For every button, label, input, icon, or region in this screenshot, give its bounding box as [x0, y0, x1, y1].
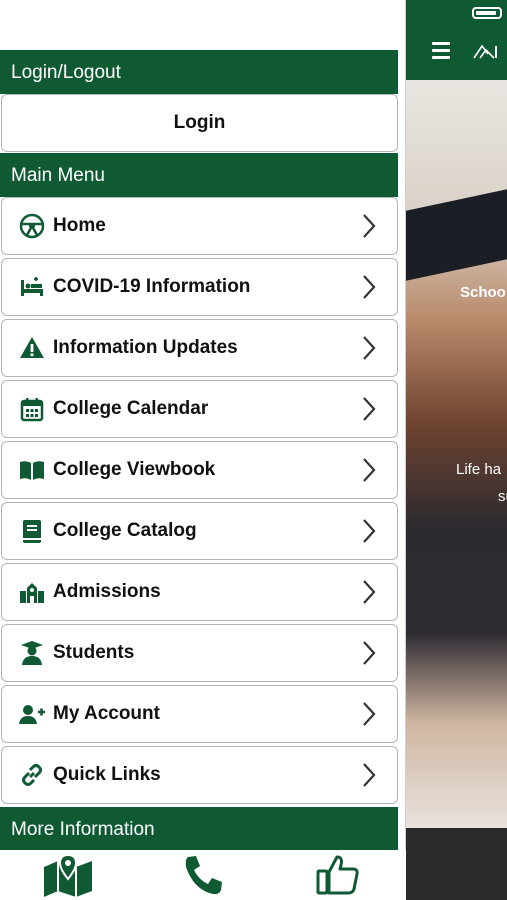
chevron-right-icon [363, 336, 376, 360]
phone-icon[interactable] [175, 851, 231, 899]
chevron-right-icon [363, 275, 376, 299]
menu-item-label: College Calendar [53, 398, 209, 419]
steering-wheel-icon [19, 213, 45, 239]
menu-item-admissions[interactable]: Admissions [1, 563, 398, 621]
login-section-header: Login/Logout [0, 50, 398, 94]
bed-icon [19, 274, 45, 300]
link-icon [19, 762, 45, 788]
menu-item-label: Home [53, 215, 106, 236]
open-book-icon [19, 457, 45, 483]
menu-item-label: College Viewbook [53, 459, 216, 480]
app-screen: Schoo Life ha su Login/Logout Login Main… [0, 0, 507, 900]
menu-item-label: COVID-19 Information [53, 276, 251, 297]
login-button-label: Login [173, 112, 226, 133]
login-button[interactable]: Login [1, 94, 398, 152]
thumbs-up-icon[interactable] [310, 851, 366, 899]
school-building-icon [19, 579, 45, 605]
menu-item-label: My Account [53, 703, 160, 724]
bottom-icon-bar [0, 850, 406, 900]
battery-icon [472, 7, 502, 19]
menu-item-college-viewbook[interactable]: College Viewbook [1, 441, 398, 499]
menu-item-label: College Catalog [53, 520, 197, 541]
hamburger-menu-icon[interactable] [432, 42, 450, 59]
chevron-right-icon [363, 519, 376, 543]
menu-item-home[interactable]: Home [1, 197, 398, 255]
hero-subtitle-line2: su [498, 488, 507, 505]
calendar-icon [19, 396, 45, 422]
menu-item-my-account[interactable]: My Account [1, 685, 398, 743]
menu-item-label: Quick Links [53, 764, 161, 785]
side-menu: Login/Logout Login Main Menu Home COVID-… [0, 0, 406, 900]
warning-icon [19, 335, 45, 361]
chevron-right-icon [363, 397, 376, 421]
menu-item-quick-links[interactable]: Quick Links [1, 746, 398, 804]
hero-title: Schoo [460, 284, 506, 301]
chevron-right-icon [363, 763, 376, 787]
main-menu-section-header: Main Menu [0, 153, 398, 197]
hero-subtitle-line1: Life ha [456, 461, 502, 478]
menu-item-information-updates[interactable]: Information Updates [1, 319, 398, 377]
more-information-section-header: More Information [0, 807, 398, 851]
chevron-right-icon [363, 641, 376, 665]
add-user-icon [19, 701, 45, 727]
menu-item-college-catalog[interactable]: College Catalog [1, 502, 398, 560]
chevron-right-icon [363, 458, 376, 482]
graduate-icon [19, 640, 45, 666]
map-pin-icon[interactable] [40, 851, 96, 899]
menu-item-college-calendar[interactable]: College Calendar [1, 380, 398, 438]
chevron-right-icon [363, 580, 376, 604]
background-page: Schoo Life ha su [406, 0, 507, 900]
chevron-right-icon [363, 702, 376, 726]
background-footer [406, 828, 507, 900]
chevron-right-icon [363, 214, 376, 238]
menu-item-label: Admissions [53, 581, 161, 602]
menu-item-covid-19-information[interactable]: COVID-19 Information [1, 258, 398, 316]
college-logo-icon [473, 44, 497, 59]
book-icon [19, 518, 45, 544]
menu-item-students[interactable]: Students [1, 624, 398, 682]
menu-item-label: Information Updates [53, 337, 238, 358]
menu-item-label: Students [53, 642, 135, 663]
